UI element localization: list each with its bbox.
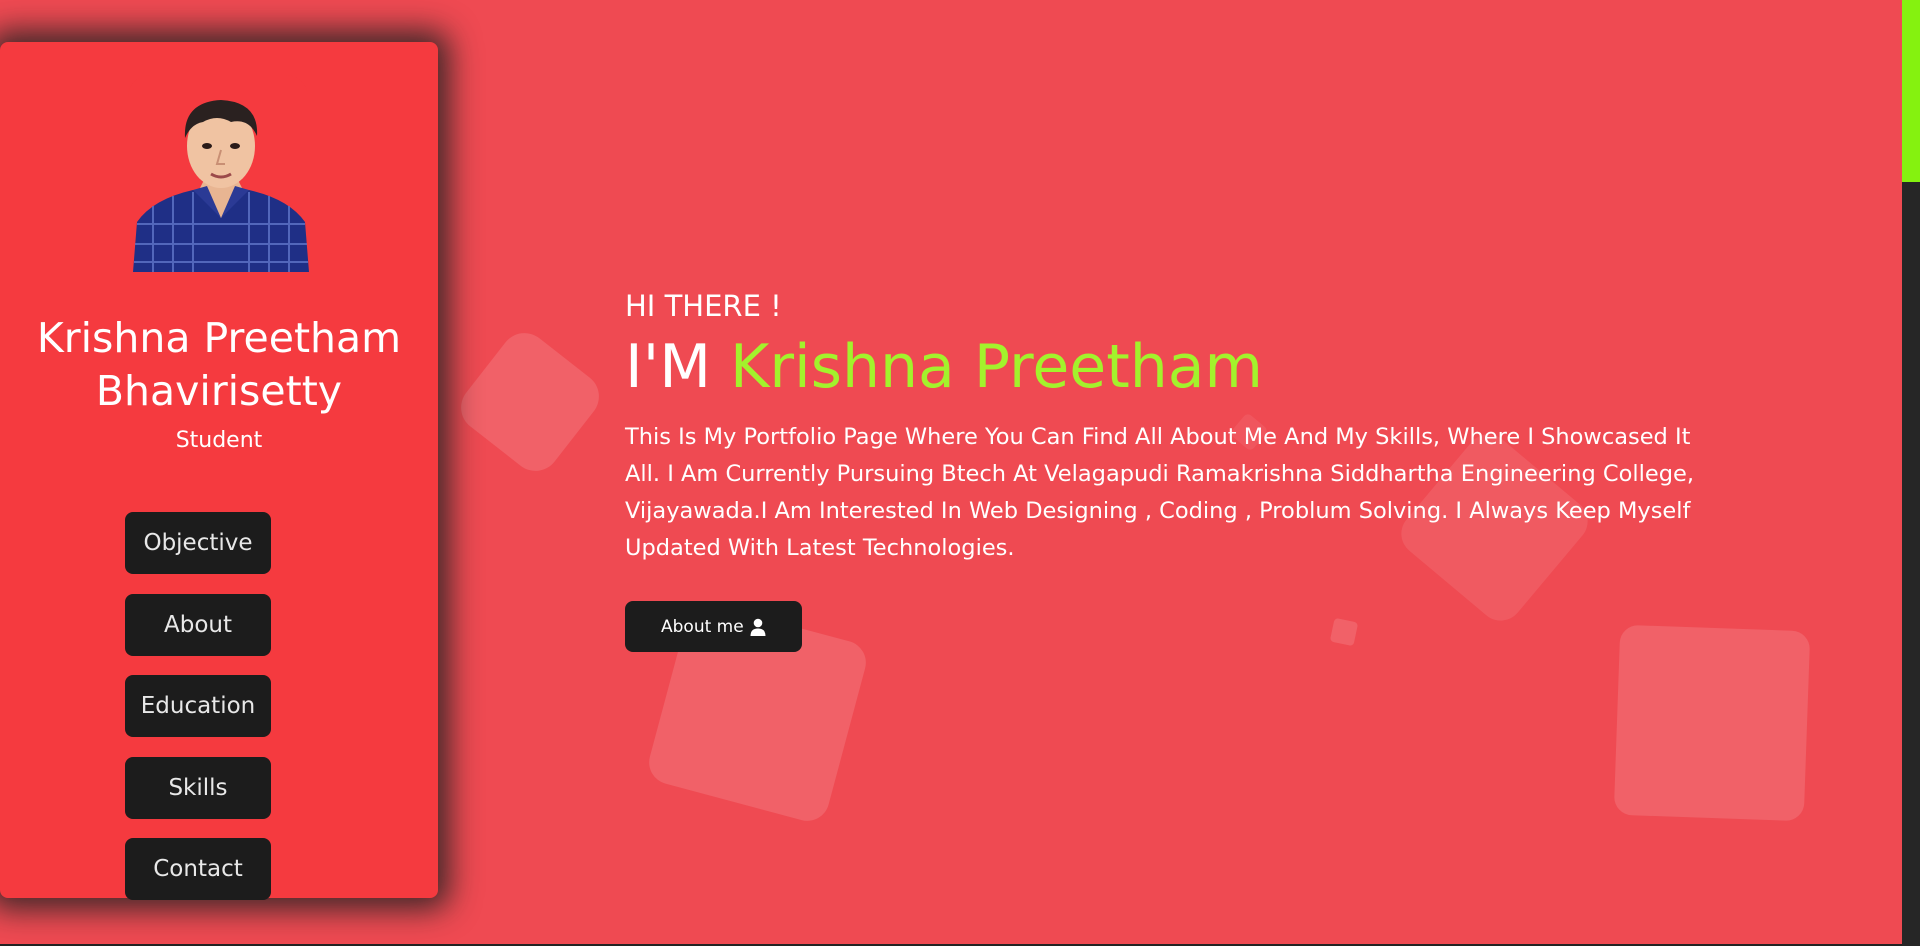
user-icon [750, 618, 766, 636]
about-me-label: About me [661, 616, 744, 637]
nav-education-button[interactable]: Education [125, 675, 271, 737]
profile-role: Student [175, 428, 263, 453]
hero-section: HI THERE ! I'M Krishna Preetham This Is … [625, 280, 1735, 652]
headline-prefix: I'M [625, 332, 711, 402]
nav-contact-button[interactable]: Contact [125, 838, 271, 900]
nav-objective-button[interactable]: Objective [125, 512, 271, 574]
nav-skills-button[interactable]: Skills [125, 756, 271, 819]
greeting: HI THERE ! [625, 289, 782, 323]
about-me-button[interactable]: About me [625, 601, 802, 652]
decorative-square [1613, 624, 1811, 822]
nav-about-button[interactable]: About [125, 593, 271, 656]
avatar [133, 94, 309, 272]
hero-headline: I'M Krishna Preetham [625, 335, 1735, 399]
intro-paragraph: This Is My Portfolio Page Where You Can … [625, 424, 1694, 561]
profile-name: Krishna Preetham Bhavirisetty [36, 314, 402, 415]
decorative-square [451, 323, 609, 481]
sidebar-nav: Objective About Education Skills Contact [125, 512, 271, 920]
headline-name: Krishna Preetham [730, 332, 1263, 402]
scrollbar-thumb[interactable] [1902, 0, 1920, 182]
page-background: Krishna Preetham Bhavirisetty Student Ob… [0, 0, 1902, 944]
profile-sidebar: Krishna Preetham Bhavirisetty Student Ob… [0, 42, 438, 900]
